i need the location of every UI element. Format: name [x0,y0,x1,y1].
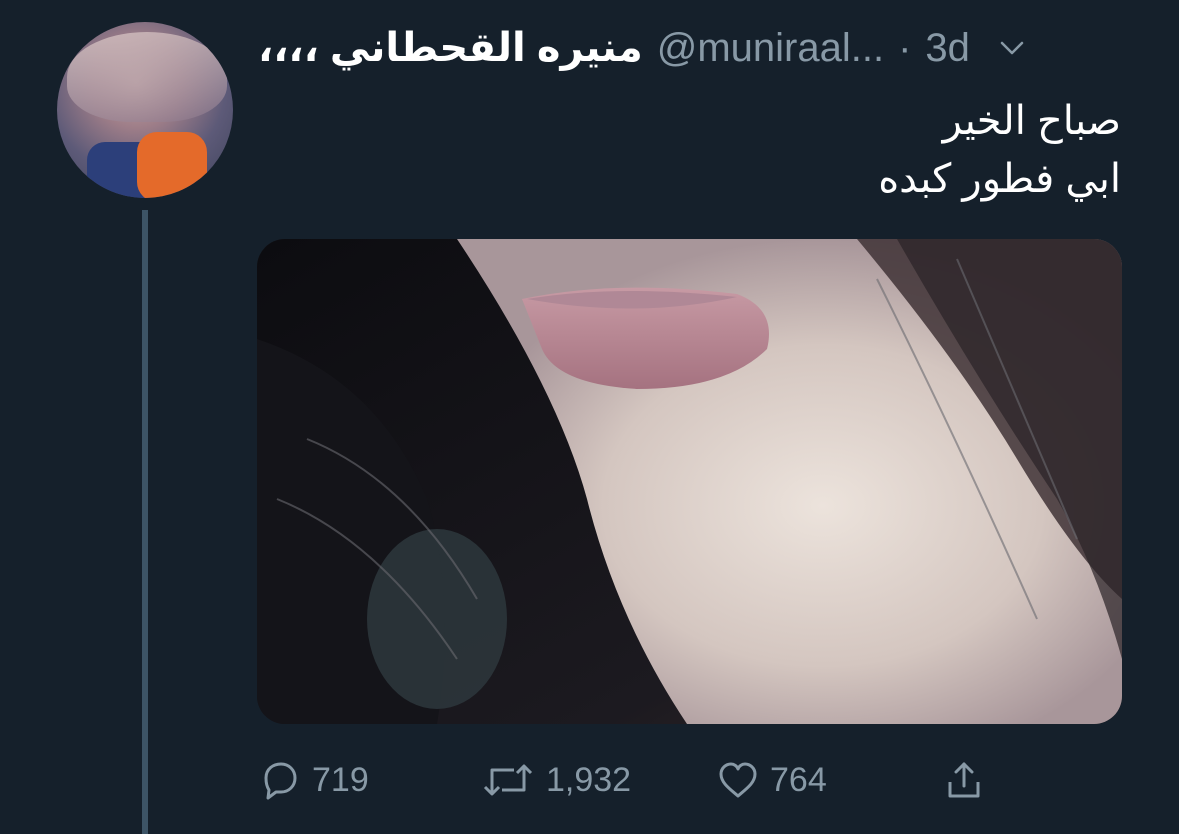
thread-line [142,210,148,834]
retweet-icon [480,758,536,802]
tweet-text: صباح الخير ابي فطور كبده [321,92,1121,208]
reply-count: 719 [312,760,369,799]
retweet-count: 1,932 [546,760,632,799]
avatar-hair [67,32,227,122]
tweet-media-image[interactable] [257,239,1122,724]
timestamp[interactable]: 3d [925,26,970,71]
tweet-header: منيره القحطاني ،،،، @muniraal... · 3d [258,20,1128,76]
avatar[interactable] [57,22,233,198]
tweet-actions: 719 1,932 764 [258,752,1018,808]
tweet-text-line: ابي فطور كبده [878,157,1121,201]
heart-icon [716,758,760,802]
tweet-text-line: صباح الخير [942,99,1121,143]
reply-button[interactable]: 719 [258,752,369,808]
user-handle[interactable]: @muniraal... [657,26,884,71]
like-count: 764 [770,760,827,799]
tweet: منيره القحطاني ،،،، @muniraal... · 3d صب… [0,0,1179,834]
chevron-down-icon[interactable] [996,32,1028,64]
display-name[interactable]: منيره القحطاني ،،،، [258,25,643,71]
share-icon [942,758,986,802]
avatar-scarf [137,132,207,198]
separator-dot: · [898,25,912,70]
share-button[interactable] [942,752,986,808]
reply-icon [258,758,302,802]
like-button[interactable]: 764 [716,752,827,808]
retweet-button[interactable]: 1,932 [480,752,631,808]
